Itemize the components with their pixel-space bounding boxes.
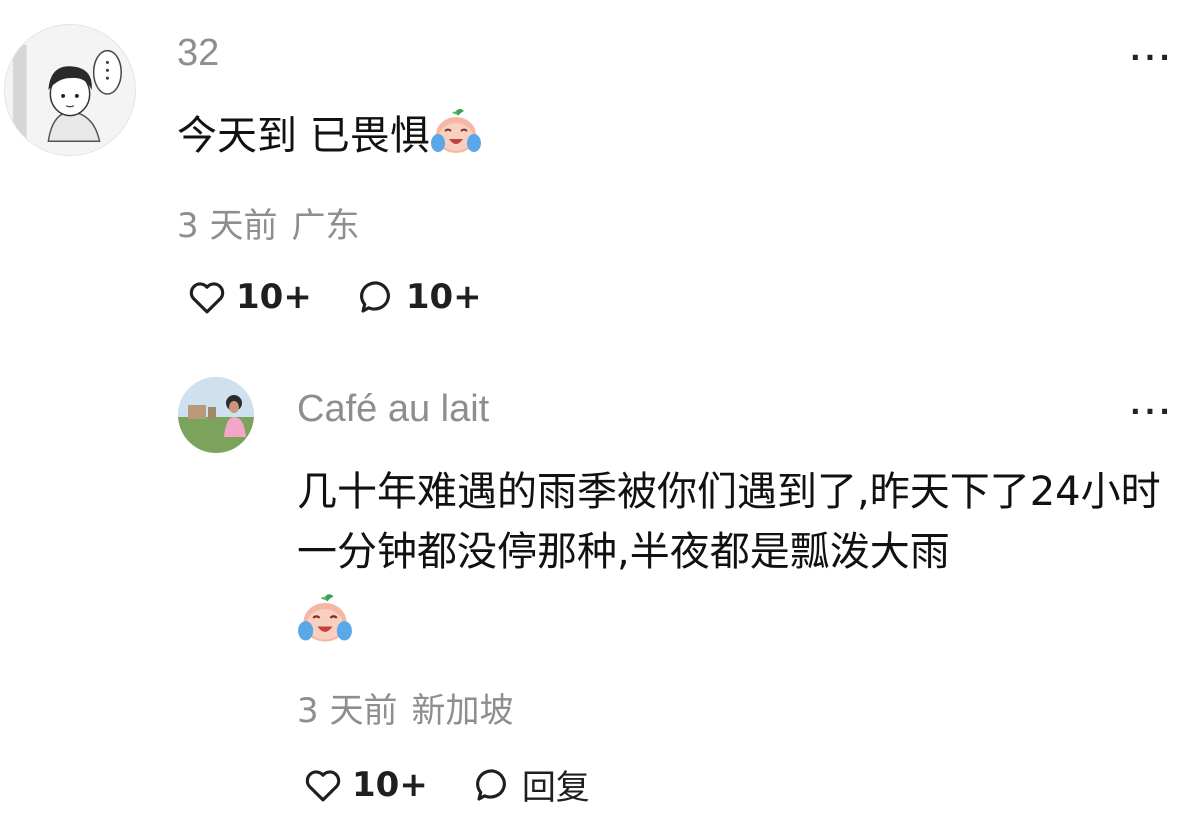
reply-username[interactable]: Café au lait <box>297 388 489 431</box>
more-options-icon[interactable]: ··· <box>1130 398 1174 426</box>
reply-count-button[interactable]: 10+ <box>356 276 482 318</box>
reply-location: 新加坡 <box>411 691 514 731</box>
heart-outline-icon <box>186 276 228 318</box>
user-avatar[interactable] <box>4 24 136 156</box>
reply-text: 几十年难遇的雨季被你们遇到了,昨天下了24小时一分钟都没停那种,半夜都是瓢泼大雨 <box>297 469 1161 575</box>
speech-bubble-icon <box>472 764 514 806</box>
speech-bubble-icon <box>356 276 398 318</box>
like-button[interactable]: 10+ <box>302 764 428 806</box>
comment-text-content: 今天到 已畏惧 <box>177 113 430 159</box>
comment-time: 3 天前 <box>177 206 278 246</box>
reply-user-avatar[interactable] <box>178 377 254 453</box>
comment-actions: 10+ 10+ <box>186 276 526 318</box>
crying-face-emoji <box>297 592 353 646</box>
comment-text: 今天到 已畏惧 <box>177 106 482 166</box>
like-button[interactable]: 10+ <box>186 276 312 318</box>
comment-username[interactable]: 32 <box>177 32 219 75</box>
reply-count: 10+ <box>405 277 482 317</box>
more-options-icon[interactable]: ··· <box>1130 44 1174 72</box>
heart-outline-icon <box>302 764 344 806</box>
comment-thread: 32 ··· 今天到 已畏惧 3 天前 广东 10+ 10+ Café au l… <box>0 0 1200 830</box>
reply-actions: 10+ 回复 <box>302 760 634 809</box>
reply-time: 3 天前 <box>297 691 398 731</box>
comment-location: 广东 <box>291 206 360 246</box>
like-count: 10+ <box>352 764 428 805</box>
reply-label: 回复 <box>521 768 590 808</box>
comment-meta: 3 天前 广东 <box>177 198 359 247</box>
reply-meta: 3 天前 新加坡 <box>297 683 513 732</box>
reply-button[interactable]: 回复 <box>472 760 590 809</box>
crying-face-emoji <box>430 107 482 157</box>
like-count: 10+ <box>236 277 312 317</box>
